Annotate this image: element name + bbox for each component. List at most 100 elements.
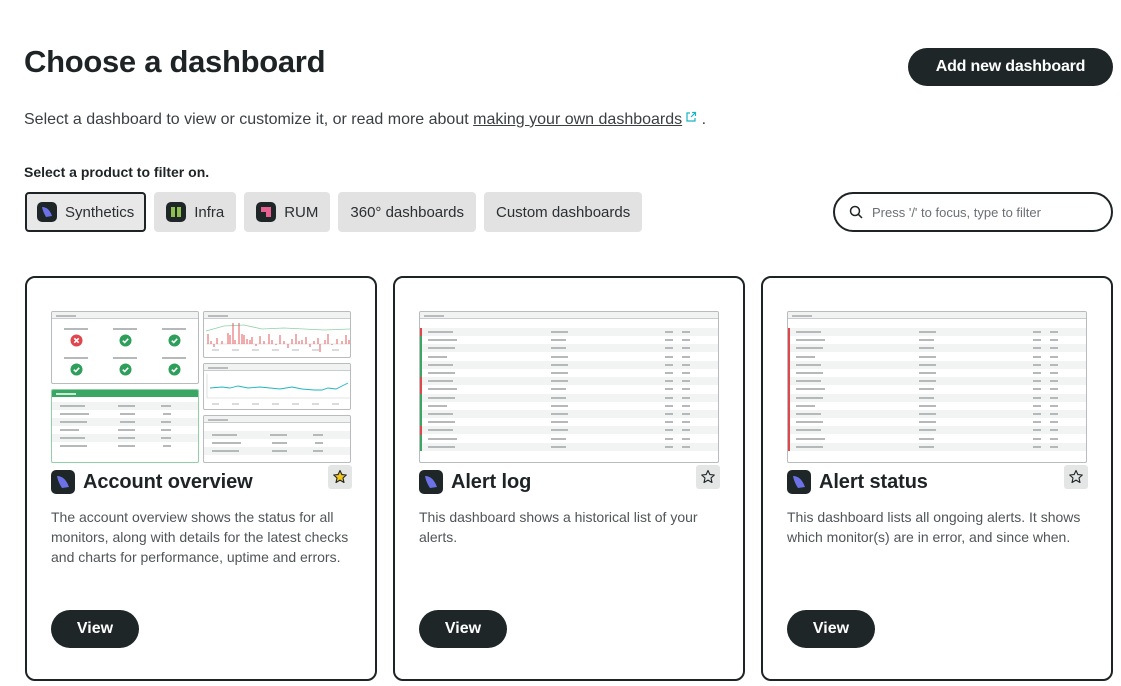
preview-skeleton-bar (551, 388, 566, 391)
preview-skeleton-bar (919, 347, 934, 350)
filter-chip-custom-dashboards[interactable]: Custom dashboards (483, 192, 643, 232)
preview-ok-marker (420, 344, 422, 353)
preview-skeleton-bar (1050, 437, 1058, 440)
preview-skeleton-bar (428, 331, 453, 333)
preview-skeleton-bar (1050, 355, 1058, 358)
card-description: This dashboard lists all ongoing alerts.… (787, 509, 1081, 545)
preview-ok-marker (420, 442, 422, 451)
preview-skeleton-bar (1033, 380, 1041, 383)
preview-row-bg (420, 442, 718, 451)
preview-skeleton-bar (551, 363, 568, 366)
preview-ok-marker (420, 418, 422, 427)
preview-ok-marker (420, 401, 422, 410)
preview-row-bg (420, 377, 718, 386)
success-status-icon (119, 334, 132, 347)
preview-skeleton-bar (682, 421, 690, 424)
preview-ok-marker (420, 410, 422, 419)
preview-alert-status-table (787, 311, 1087, 463)
preview-skeleton-bar (665, 445, 673, 448)
filter-chip-rum[interactable]: RUM (244, 192, 331, 232)
subtitle-suffix: . (697, 111, 707, 128)
card-title: Alert log (451, 470, 532, 493)
preview-skeleton-bar (665, 421, 673, 424)
success-status-icon (168, 363, 181, 376)
preview-skeleton-bar (919, 421, 936, 424)
preview-skeleton-bar (919, 388, 934, 391)
preview-skeleton-bar (682, 429, 690, 432)
preview-skeleton-bar (919, 355, 936, 358)
error-status-icon (70, 334, 83, 347)
preview-error-marker (788, 336, 790, 345)
card-title-row: Account overview (51, 470, 253, 494)
filter-chip-360-dashboards[interactable]: 360° dashboards (338, 192, 476, 232)
preview-skeleton-bar (1033, 388, 1041, 391)
preview-skeleton-bar (796, 396, 823, 399)
add-new-dashboard-button[interactable]: Add new dashboard (908, 48, 1113, 86)
preview-error-marker (788, 328, 790, 337)
preview-skeleton-bar (1033, 421, 1041, 424)
preview-skeleton-bar (551, 445, 566, 448)
preview-error-marker (420, 377, 422, 386)
preview-skeleton-bar (919, 380, 936, 383)
preview-skeleton-bar (665, 347, 673, 350)
preview-row-bg (788, 442, 1086, 451)
preview-skeleton-bar (1050, 413, 1058, 415)
preview-error-marker (788, 385, 790, 394)
card-description: This dashboard shows a historical list o… (419, 509, 698, 545)
star-outline-icon (1069, 469, 1083, 484)
success-status-icon (168, 334, 181, 347)
docs-link[interactable]: making your own dashboards (473, 111, 682, 128)
preview-skeleton-bar (665, 331, 673, 333)
preview-skeleton-bar (428, 347, 455, 350)
preview-uptime-chart (203, 363, 351, 410)
preview-row-bg (788, 426, 1086, 435)
dashboard-search[interactable] (833, 192, 1113, 232)
preview-skeleton-bar (1050, 380, 1058, 383)
preview-skeleton-bar (1050, 339, 1058, 342)
synthetics-icon (787, 470, 811, 494)
filter-chip-label: RUM (284, 203, 319, 221)
preview-skeleton-bar (796, 347, 823, 350)
dashboard-card-alert-status: Alert status This dashboard lists all on… (761, 276, 1113, 681)
card-title: Account overview (83, 470, 253, 493)
preview-skeleton-bar (682, 388, 690, 391)
preview-skeleton-bar (428, 404, 447, 407)
preview-skeleton-bar (682, 363, 690, 366)
preview-error-marker (788, 410, 790, 419)
preview-ok-marker (420, 352, 422, 361)
preview-row-bg (788, 328, 1086, 336)
filter-chip-synthetics[interactable]: Synthetics (25, 192, 147, 232)
preview-skeleton-bar (428, 396, 455, 399)
dashboard-card-alert-log: Alert log This dashboard shows a histori… (393, 276, 745, 681)
card-title: Alert status (819, 470, 928, 493)
preview-skeleton-bar (796, 437, 825, 440)
favorite-button[interactable] (1064, 465, 1088, 489)
preview-skeleton-bar (665, 388, 673, 391)
filter-label: Select a product to filter on. (24, 164, 210, 180)
preview-skeleton-bar (919, 413, 936, 415)
preview-skeleton-bar (665, 404, 673, 407)
preview-skeleton-bar (919, 437, 934, 440)
page-subtitle: Select a dashboard to view or customize … (24, 111, 706, 129)
preview-error-marker (788, 426, 790, 435)
preview-error-marker (788, 401, 790, 410)
favorite-button[interactable] (696, 465, 720, 489)
view-button[interactable]: View (787, 610, 875, 648)
preview-skeleton-bar (919, 429, 936, 432)
preview-skeleton-bar (665, 355, 673, 358)
filter-chip-label: Infra (194, 203, 225, 221)
view-button[interactable]: View (419, 610, 507, 648)
preview-skeleton-bar (919, 404, 936, 407)
preview-skeleton-bar (428, 421, 455, 424)
preview-skeleton-bar (1050, 372, 1058, 374)
filter-chip-infra[interactable]: Infra (154, 192, 237, 232)
preview-ok-marker (420, 393, 422, 402)
preview-skeleton-bar (796, 429, 821, 432)
search-input[interactable] (872, 204, 1092, 220)
preview-error-marker (788, 434, 790, 443)
view-button[interactable]: View (51, 610, 139, 648)
favorite-button[interactable] (328, 465, 352, 489)
card-title-row: Alert status (787, 470, 928, 494)
preview-row-bg (420, 426, 718, 435)
external-link-icon (686, 111, 697, 122)
